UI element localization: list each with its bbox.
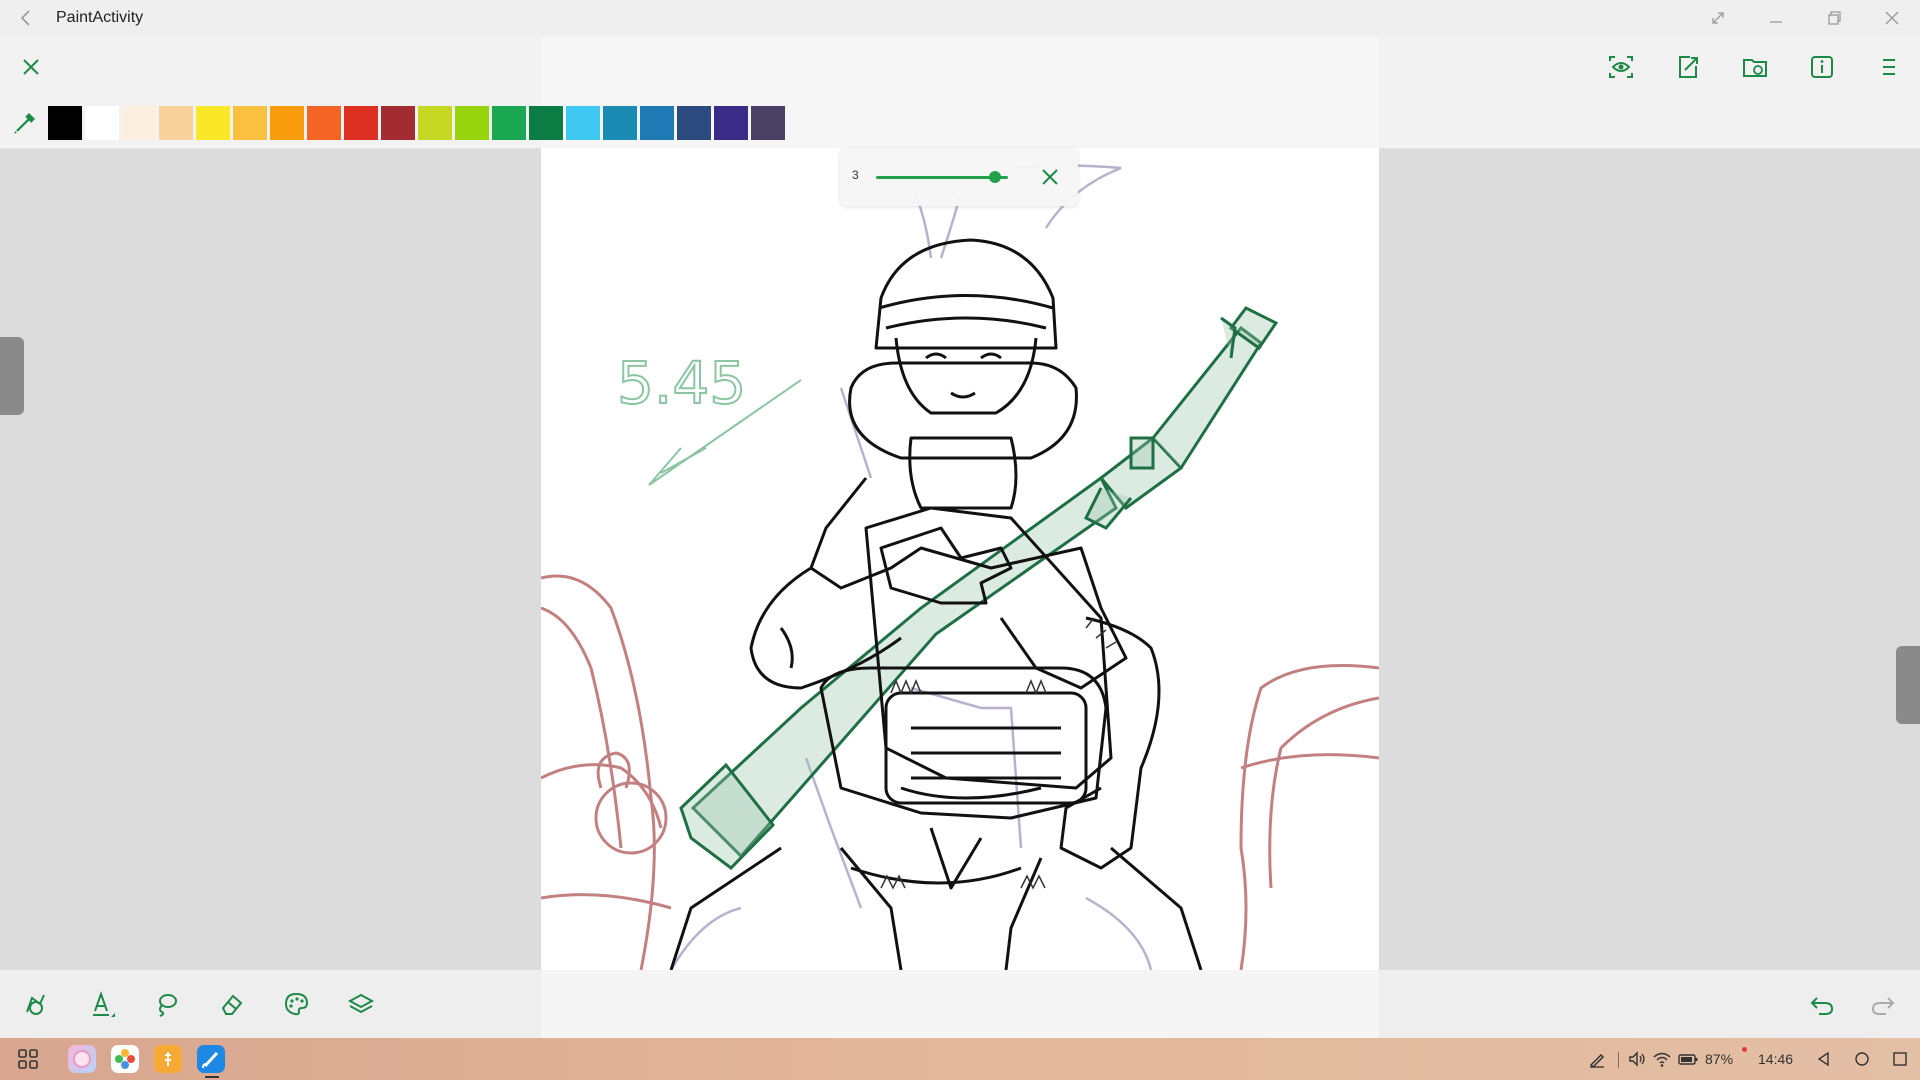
color-swatch[interactable] <box>455 106 489 140</box>
back-nav-icon[interactable] <box>1814 1049 1834 1069</box>
brush-size-slider-thumb[interactable] <box>988 171 1001 183</box>
restore-icon[interactable] <box>1822 6 1846 30</box>
color-palette-bar <box>0 98 1920 149</box>
color-swatch[interactable] <box>603 106 637 140</box>
close-icon[interactable] <box>17 53 45 81</box>
color-swatch[interactable] <box>85 106 119 140</box>
bottom-canvas-strip <box>541 970 1379 1038</box>
export-icon[interactable] <box>1674 53 1702 81</box>
toolbar-canvas-strip <box>541 36 1379 98</box>
bottom-toolbar <box>0 970 1920 1038</box>
palette-icon[interactable] <box>282 990 310 1018</box>
color-swatch[interactable] <box>677 106 711 140</box>
active-app-indicator <box>205 1076 219 1078</box>
files-app-icon[interactable] <box>154 1045 182 1073</box>
color-swatch[interactable] <box>196 106 230 140</box>
paint-app-icon[interactable] <box>197 1045 225 1073</box>
wifi-icon[interactable] <box>1652 1049 1672 1069</box>
title-bar: PaintActivity <box>0 0 1920 36</box>
close-icon[interactable] <box>1038 165 1062 189</box>
color-swatch[interactable] <box>751 106 785 140</box>
brush-size-value: 3 <box>852 168 859 182</box>
gallery-app-icon[interactable] <box>68 1045 96 1073</box>
open-folder-icon[interactable] <box>1741 53 1769 81</box>
left-panel-handle[interactable] <box>0 337 24 415</box>
maximize-expand-icon[interactable] <box>1706 6 1730 30</box>
notification-dot <box>1742 1047 1747 1052</box>
color-swatch[interactable] <box>418 106 452 140</box>
shapes-icon[interactable] <box>22 990 50 1018</box>
clock: 14:46 <box>1758 1051 1794 1067</box>
battery-percent: 87% <box>1705 1051 1734 1067</box>
color-swatch[interactable] <box>122 106 156 140</box>
eyedropper-icon[interactable] <box>10 108 40 138</box>
tray-divider <box>1618 1052 1619 1068</box>
color-swatch[interactable] <box>159 106 193 140</box>
back-arrow-icon[interactable] <box>14 6 38 30</box>
volume-icon[interactable] <box>1627 1049 1647 1069</box>
color-swatch[interactable] <box>381 106 415 140</box>
app-launcher-icon[interactable] <box>14 1045 42 1073</box>
menu-icon[interactable] <box>1875 53 1903 81</box>
pen-icon[interactable] <box>87 990 115 1018</box>
color-swatch[interactable] <box>714 106 748 140</box>
redo-icon[interactable] <box>1869 990 1897 1018</box>
layers-icon[interactable] <box>347 990 375 1018</box>
window-title: PaintActivity <box>56 9 144 26</box>
battery-icon[interactable] <box>1678 1049 1698 1069</box>
top-toolbar <box>0 36 1920 98</box>
color-swatch[interactable] <box>270 106 304 140</box>
sketch-annotation-text: 5.45 <box>617 349 746 417</box>
color-swatch[interactable] <box>307 106 341 140</box>
color-swatch[interactable] <box>233 106 267 140</box>
photos-app-icon[interactable] <box>111 1045 139 1073</box>
undo-icon[interactable] <box>1808 990 1836 1018</box>
color-swatch[interactable] <box>529 106 563 140</box>
eraser-icon[interactable] <box>217 990 245 1018</box>
preview-eye-icon[interactable] <box>1607 53 1635 81</box>
right-panel-handle[interactable] <box>1896 646 1920 724</box>
color-swatch[interactable] <box>48 106 82 140</box>
artwork-sketch: 5.45 <box>541 164 1379 970</box>
color-swatch[interactable] <box>492 106 526 140</box>
color-swatch[interactable] <box>344 106 378 140</box>
lasso-icon[interactable] <box>152 990 180 1018</box>
color-swatch[interactable] <box>566 106 600 140</box>
home-nav-icon[interactable] <box>1852 1049 1872 1069</box>
stylus-icon[interactable] <box>1587 1049 1607 1069</box>
color-swatch[interactable] <box>640 106 674 140</box>
brush-size-popup: 3 <box>840 148 1078 206</box>
system-taskbar: 87% 14:46 <box>0 1038 1920 1080</box>
info-icon[interactable] <box>1808 53 1836 81</box>
minimize-icon[interactable] <box>1764 6 1788 30</box>
recents-nav-icon[interactable] <box>1890 1049 1910 1069</box>
close-icon[interactable] <box>1880 6 1904 30</box>
drawing-canvas[interactable]: 5.45 <box>541 148 1379 970</box>
